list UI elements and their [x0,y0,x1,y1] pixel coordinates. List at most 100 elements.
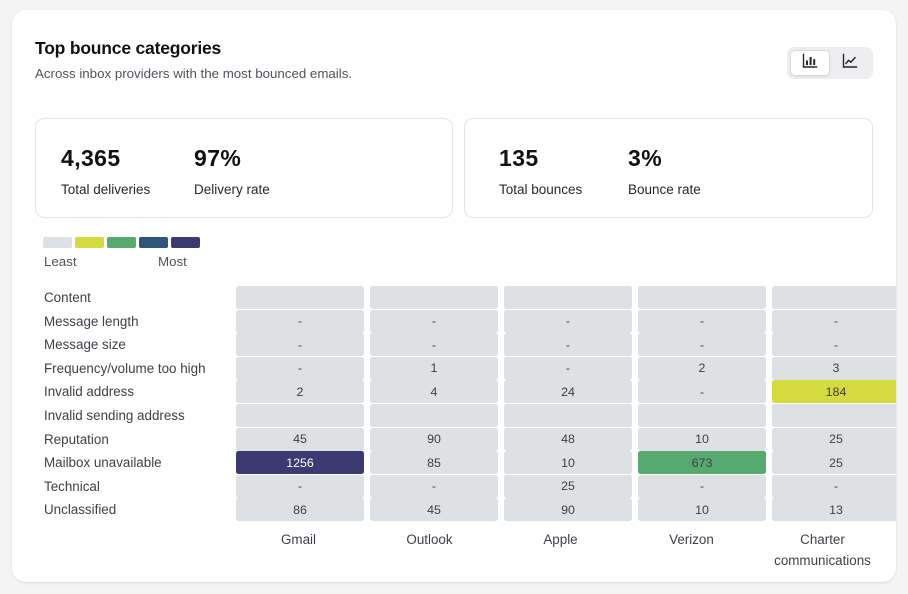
heatmap-color-legend: Least Most [43,237,203,271]
heatmap-row-label: Invalid address [44,384,135,400]
bounce-categories-card: Top bounce categories Across inbox provi… [12,10,896,582]
heatmap-row: Message length - - - - - [35,309,896,333]
page-subtitle: Across inbox providers with the most bou… [35,66,353,81]
legend-swatch-0 [43,237,72,248]
heatmap-cell[interactable]: - [638,474,766,498]
heatmap-cell[interactable] [504,286,632,309]
heatmap-row-label: Invalid sending address [44,407,185,423]
heatmap-cell[interactable]: 3 [772,356,896,380]
heatmap-row: Mailbox unavailable 1256 85 10 673 25 [35,451,896,475]
heatmap-cell[interactable]: - [638,333,766,357]
heatmap-cell[interactable]: 48 [504,427,632,451]
heatmap-row-cells: 45 90 48 10 25 [236,427,896,451]
legend-swatch-3 [139,237,168,248]
heatmap-cell[interactable]: 2 [236,380,364,404]
heatmap-cell[interactable] [638,403,766,427]
heatmap-cell[interactable]: 4 [370,380,498,404]
heatmap-row: Reputation 45 90 48 10 25 [35,427,896,451]
stat-value: 135 [499,145,539,171]
heatmap-cell[interactable] [638,286,766,309]
heatmap-cell[interactable] [370,403,498,427]
heatmap-cell[interactable]: 90 [370,427,498,451]
heatmap-column-headers: Gmail Outlook Apple Verizon Charter communic… [35,529,885,571]
heatmap-row: Unclassified 86 45 90 10 13 [35,498,896,522]
heatmap-cell[interactable]: 45 [370,498,498,522]
heatmap-cell[interactable] [772,403,896,427]
heatmap-row-label: Content [44,290,91,305]
heatmap-cell[interactable] [236,403,364,427]
heatmap-column-header: Gmail [281,532,316,548]
heatmap-column-header: Charter communications [774,532,871,569]
heatmap-cell[interactable] [370,286,498,309]
heatmap-cell[interactable]: 10 [504,451,632,475]
heatmap-cell[interactable]: - [236,356,364,380]
heatmap-cell[interactable]: 25 [772,451,896,475]
heatmap-cell[interactable]: - [772,474,896,498]
heatmap-cell[interactable]: 10 [638,427,766,451]
heatmap-cell[interactable]: - [370,309,498,333]
heatmap-column-header: Outlook [406,532,453,548]
heatmap-cell[interactable]: - [638,380,766,404]
heatmap-cell[interactable]: 86 [236,498,364,522]
heatmap-row: Invalid sending address [35,403,896,427]
heatmap-cell[interactable]: 24 [504,380,632,404]
stat-value: 3% [628,145,663,171]
heatmap-cell[interactable]: - [504,309,632,333]
legend-swatch-2 [107,237,136,248]
line-chart-icon [842,53,858,74]
heatmap-cell[interactable]: - [772,309,896,333]
heatmap-cell[interactable]: 45 [236,427,364,451]
heatmap-cell[interactable]: - [370,333,498,357]
heatmap-row: Message size - - - - - [35,333,896,357]
heatmap-cell[interactable]: 85 [370,451,498,475]
heatmap-cell[interactable]: 1256 [236,451,364,475]
heatmap-cell[interactable]: 184 [772,380,896,404]
heatmap-row-label: Mailbox unavailable [44,455,162,471]
bar-chart-view-button[interactable] [790,50,830,76]
heatmap-row-cells: 1256 85 10 673 25 [236,451,896,475]
heatmap-cell[interactable]: 90 [504,498,632,522]
legend-swatches [43,237,203,248]
heatmap-row: Invalid address 2 4 24-184 [35,380,896,404]
heatmap-row-label: Frequency/volume too high [44,360,206,376]
stat-label: Bounce rate [628,182,701,197]
heatmap-cell[interactable] [772,286,896,309]
heatmap-row-label: Message length [44,313,139,329]
stat-bounce-rate: 3% Bounce rate [628,145,701,198]
stat-total-bounces: 135 Total bounces [499,145,628,198]
heatmap-cell[interactable]: 2 [638,356,766,380]
heatmap-cell[interactable]: - [504,356,632,380]
heatmap-cell[interactable]: - [236,309,364,333]
stat-total-deliveries: 4,365 Total deliveries [61,145,194,198]
heatmap-cell[interactable]: 25 [504,474,632,498]
heatmap-cell[interactable]: - [772,333,896,357]
heatmap-column-header: Verizon [669,532,714,548]
heatmap-cell[interactable]: - [370,474,498,498]
heatmap-row: Technical - -25- - [35,474,896,498]
heatmap-cell[interactable]: 1 [370,356,498,380]
heatmap-cell[interactable]: 25 [772,427,896,451]
legend-swatch-1 [75,237,104,248]
heatmap-rows: Content Message length - - - - - Message size - -… [35,286,896,522]
column-header-spacer [35,529,236,571]
line-chart-view-button[interactable] [830,50,870,76]
heatmap-row: Frequency/volume too high -1-2 3 [35,356,896,380]
heatmap-cell[interactable]: - [504,333,632,357]
heatmap-row-cells: -1-23 [236,356,896,380]
heatmap-row-label: Technical [44,478,100,494]
bar-chart-icon [802,53,818,74]
heatmap-cell[interactable]: - [638,309,766,333]
heatmap-cell[interactable] [504,403,632,427]
heatmap-row-label: Unclassified [44,502,117,518]
legend-least-label: Least [44,254,77,269]
heatmap-cell[interactable] [236,286,364,309]
stat-label: Total bounces [499,182,583,197]
heatmap-row-cells: 2 4 24-184 [236,380,896,404]
heatmap-cell[interactable]: 673 [638,451,766,475]
stat-label: Delivery rate [194,182,270,197]
heatmap-cell[interactable]: 10 [638,498,766,522]
heatmap-cell[interactable]: 13 [772,498,896,522]
heatmap-cell[interactable]: - [236,474,364,498]
page-title: Top bounce categories [35,38,222,58]
heatmap-cell[interactable]: - [236,333,364,357]
